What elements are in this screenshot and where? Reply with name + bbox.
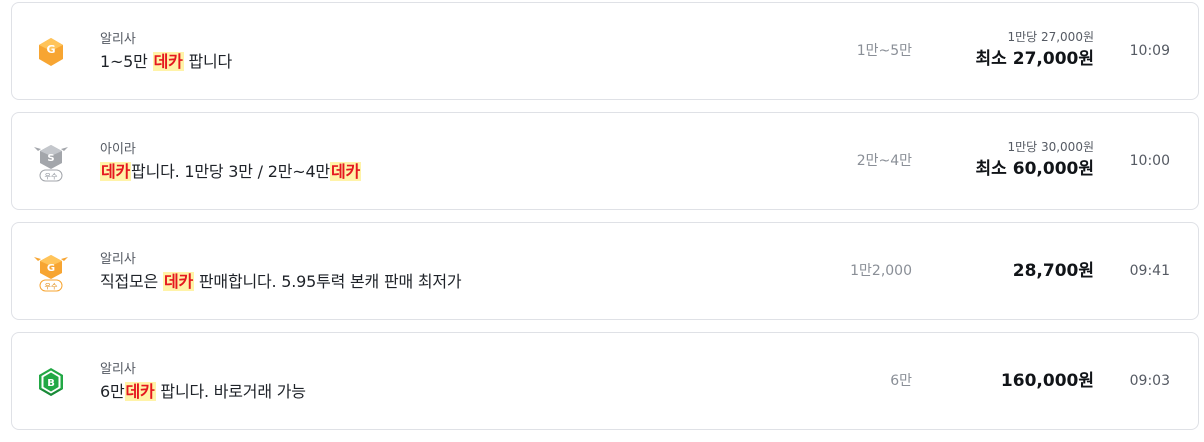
title-text: 판매합니다. 5.95투력 본캐 판매 최저가: [194, 272, 462, 291]
server-name: 알리사: [100, 32, 136, 47]
server-name: 알리사: [100, 252, 136, 267]
badge-tag: 우수: [45, 283, 58, 291]
server-name: 아이라: [100, 142, 136, 157]
listing-list: G 알리사 1~5만 데카 팝니다 1만~5만 1만당 27,000원 최소 2…: [11, 2, 1199, 442]
price-box: 160,000원: [1001, 333, 1094, 393]
unit-price: 1만당 27,000원: [1007, 30, 1094, 44]
listing-card[interactable]: B 알리사 6만데카 팝니다. 바로거래 가능 6만 160,000원 09:0…: [11, 332, 1199, 430]
keyword-highlight: 데카: [162, 272, 195, 291]
listing-card[interactable]: S 우수 아이라 데카팝니다. 1만당 3만 / 2만~4만데카 2만~4만 1…: [11, 112, 1199, 210]
title-text: 팝니다. 바로거래 가능: [155, 382, 306, 401]
title-text: 직접모은: [100, 272, 163, 291]
svg-text:S: S: [47, 153, 54, 164]
listing-time: 10:00: [1129, 153, 1170, 169]
title-text: 팝니다. 1만당 3만 / 2만~4만: [131, 162, 330, 181]
quantity: 6만: [890, 373, 912, 389]
title-text: 팝니다: [183, 52, 233, 71]
listing-time: 09:03: [1129, 373, 1170, 389]
price: 28,700원: [1012, 261, 1094, 281]
keyword-highlight: 데카: [124, 382, 156, 401]
s-grade-excellent-icon: S 우수: [32, 141, 70, 183]
badge-tag: 우수: [45, 173, 58, 181]
keyword-highlight: 데카: [152, 52, 184, 71]
listing-time: 10:09: [1129, 43, 1170, 59]
listing-card[interactable]: G 우수 알리사 직접모은 데카 판매합니다. 5.95투력 본캐 판매 최저가…: [11, 222, 1199, 320]
title-text: 6만: [100, 382, 125, 401]
price-box: 1만당 27,000원 최소 27,000원: [976, 3, 1094, 71]
quantity: 1만~5만: [856, 43, 912, 59]
min-price: 최소 27,000원: [975, 49, 1094, 69]
listing-card[interactable]: G 알리사 1~5만 데카 팝니다 1만~5만 1만당 27,000원 최소 2…: [11, 2, 1199, 100]
listing-title: 데카팝니다. 1만당 3만 / 2만~4만데카: [100, 161, 361, 183]
price: 160,000원: [1000, 371, 1094, 391]
listing-title: 직접모은 데카 판매합니다. 5.95투력 본캐 판매 최저가: [100, 271, 462, 293]
price-box: 28,700원: [1013, 223, 1094, 283]
listing-title: 1~5만 데카 팝니다: [100, 51, 232, 73]
price-box: 1만당 30,000원 최소 60,000원: [976, 113, 1094, 181]
title-text: 1~5만: [100, 52, 153, 71]
listing-title: 6만데카 팝니다. 바로거래 가능: [100, 381, 306, 403]
svg-text:G: G: [46, 43, 55, 56]
keyword-highlight: 데카: [329, 162, 361, 181]
svg-text:B: B: [47, 378, 55, 389]
b-grade-icon: B: [32, 361, 70, 403]
quantity: 2만~4만: [856, 153, 912, 169]
quantity: 1만2,000: [850, 263, 912, 279]
listing-time: 09:41: [1129, 263, 1170, 279]
unit-price: 1만당 30,000원: [1007, 140, 1094, 154]
g-grade-icon: G: [32, 31, 70, 73]
min-price: 최소 60,000원: [975, 159, 1094, 179]
g-grade-excellent-icon: G 우수: [32, 251, 70, 293]
server-name: 알리사: [100, 362, 136, 377]
svg-text:G: G: [47, 263, 55, 274]
keyword-highlight: 데카: [100, 162, 132, 181]
